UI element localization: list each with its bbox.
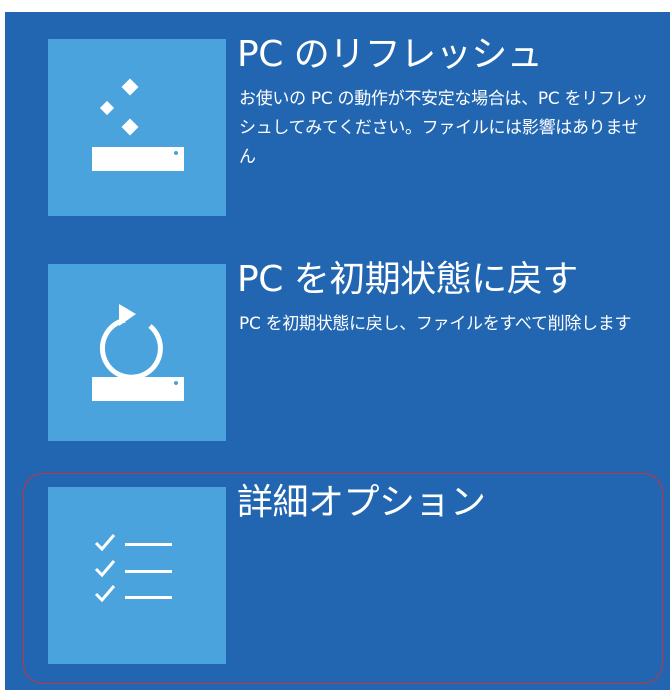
advanced-options-option[interactable]: 詳細オプション <box>5 482 670 677</box>
refresh-pc-tile <box>48 39 226 216</box>
option-title: 詳細オプション <box>237 482 486 523</box>
checklist-icon <box>94 534 172 603</box>
refresh-pc-icon <box>92 78 184 171</box>
reset-pc-tile <box>48 264 226 441</box>
option-title: PC を初期状態に戻す <box>237 259 578 300</box>
advanced-options-tile <box>48 487 226 664</box>
reset-pc-icon <box>92 304 184 401</box>
option-description: お使いの PC の動作が不安定な場合は、PC をリフレッシュしてみてください。フ… <box>239 89 649 167</box>
option-title: PC のリフレッシュ <box>237 34 543 75</box>
reset-pc-option[interactable]: PC を初期状態に戻す PC を初期状態に戻し、ファイルをすべて削除します <box>5 259 670 441</box>
refresh-pc-option[interactable]: PC のリフレッシュ お使いの PC の動作が不安定な場合は、PC をリフレッシ… <box>5 34 670 216</box>
option-description: PC を初期状態に戻し、ファイルをすべて削除します <box>239 314 632 334</box>
recovery-options-panel: PC のリフレッシュ お使いの PC の動作が不安定な場合は、PC をリフレッシ… <box>5 12 670 690</box>
